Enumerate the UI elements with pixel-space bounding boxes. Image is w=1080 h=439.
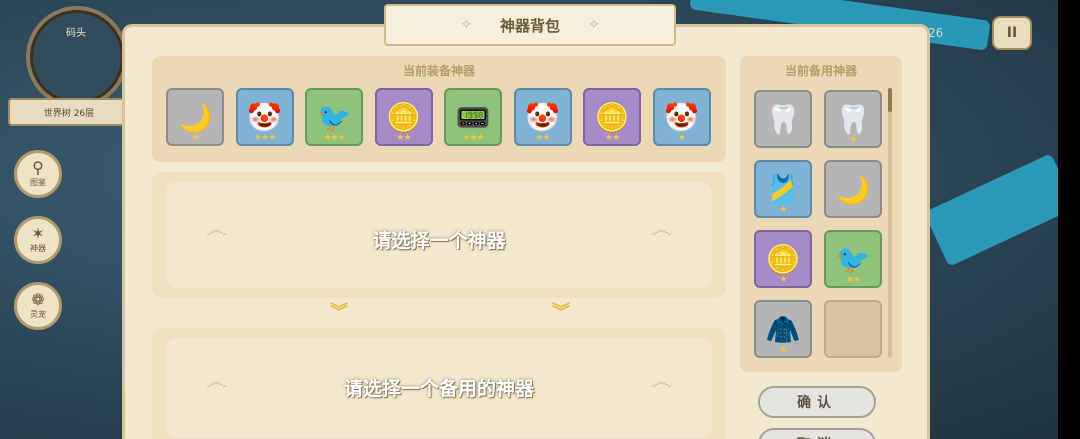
fang-jaw-icon: 🦷: [765, 102, 801, 136]
pin-icon: ⚲: [32, 158, 44, 177]
backup-scroll-thumb[interactable]: [888, 88, 892, 112]
screen-edge: [1058, 0, 1080, 439]
equipped-slot-calculator[interactable]: 📟 ★★★: [444, 88, 502, 146]
gold-coin-icon: 🪙: [765, 242, 801, 276]
star-rating: ★★★: [253, 133, 276, 143]
crow-icon: 🐦: [316, 100, 352, 134]
star-rating: ★: [779, 345, 787, 355]
star-rating: ★★★: [462, 133, 484, 143]
backup-slot-empty[interactable]: [824, 300, 882, 358]
backup-slot-gold-coin[interactable]: 🪙 ★: [754, 230, 812, 288]
star-rating: ★★★: [323, 133, 345, 143]
panel-title-tab: ✧ 神器背包 ✧: [384, 4, 676, 46]
cancel-button[interactable]: 取消: [758, 428, 876, 439]
gold-coin-icon: 🪙: [386, 100, 421, 134]
side-button-pet[interactable]: ❁ 灵宠: [14, 282, 62, 330]
star-rating: ★★: [604, 133, 620, 143]
equipped-slot-clown-mask[interactable]: 🤡 ★: [652, 88, 711, 146]
world-level-banner: 世界树 26层: [8, 98, 130, 126]
fang-jaw-icon: 🦷: [835, 102, 871, 136]
crow-icon: 🐦: [835, 242, 871, 276]
backup-scrollbar[interactable]: [888, 88, 892, 358]
equipped-slot-clown-mask[interactable]: 🤡 ★★: [513, 88, 572, 146]
backup-label: 当前备用神器: [784, 64, 857, 78]
minimap-location: 码头: [66, 28, 86, 39]
artifact-select-area[interactable]: ෴ ෴ 请选择一个神器: [152, 172, 726, 298]
backup-slot-fang-jaw[interactable]: 🦷: [754, 90, 812, 148]
backup-slot-fang-jaw[interactable]: 🦷 ★: [824, 90, 882, 148]
clown-mask-icon: 🤡: [247, 100, 282, 134]
gold-coin-icon: 🪙: [594, 100, 630, 134]
scythe-blade-icon: 🌙: [835, 172, 871, 206]
side-button-artifact[interactable]: ✶ 神器: [14, 216, 62, 264]
clown-mask-icon: 🤡: [525, 100, 560, 134]
equipped-slot-scythe-blade[interactable]: 🌙 ★: [166, 88, 224, 146]
chevron-down-icon: ︾: [330, 302, 348, 323]
ornament-icon: ✧: [460, 17, 472, 33]
equipped-slot-clown-mask[interactable]: 🤡 ★★★: [235, 88, 294, 146]
backup-select-area[interactable]: ෴ ෴ 请选择一个备用的神器: [152, 328, 726, 439]
equipped-label: 当前装备神器: [402, 64, 475, 78]
backup-slot-crow[interactable]: 🐦 ★★: [824, 230, 882, 288]
equipped-slot-crow[interactable]: 🐦 ★★★: [305, 88, 363, 146]
star-rating: ★★: [396, 133, 411, 143]
star-rating: ★: [677, 133, 686, 143]
star-rating: ★★: [845, 275, 861, 285]
calculator-icon: 📟: [455, 100, 491, 134]
equipped-slot-gold-coin[interactable]: 🪙 ★★: [583, 88, 641, 146]
star-rating: ★: [849, 135, 857, 145]
clown-mask-icon: 🤡: [664, 100, 699, 134]
select-backup-prompt: 请选择一个备用的神器: [343, 378, 534, 400]
panel-title: 神器背包: [499, 16, 560, 35]
star-rating: ★: [779, 205, 787, 215]
star-rating: ★: [779, 275, 787, 285]
select-artifact-prompt: 请选择一个神器: [372, 230, 506, 252]
star-icon: ✶: [31, 224, 45, 243]
pet-icon: ❁: [31, 290, 45, 309]
tank-top-icon: 🎽: [765, 172, 801, 206]
backup-slot-leather-vest[interactable]: 🧥 ★: [754, 300, 812, 358]
equipped-slot-gold-coin[interactable]: 🪙 ★★: [374, 88, 433, 146]
ornament-icon: ✧: [588, 17, 600, 33]
floor-counter: 26: [928, 26, 944, 40]
backup-slot-tank-top[interactable]: 🎽 ★: [754, 160, 812, 218]
star-rating: ★: [191, 133, 199, 143]
side-button-atlas[interactable]: ⚲ 图鉴: [14, 150, 62, 198]
minimap[interactable]: 码头: [26, 6, 128, 108]
confirm-button[interactable]: 确认: [758, 386, 876, 418]
scythe-blade-icon: 🌙: [177, 100, 213, 134]
chevron-down-icon: ︾: [552, 302, 570, 323]
leather-vest-icon: 🧥: [765, 312, 801, 346]
star-rating: ★★: [535, 133, 550, 143]
backup-slot-scythe-blade[interactable]: 🌙: [824, 160, 882, 218]
pause-icon: II: [1006, 25, 1018, 41]
pause-button[interactable]: II: [992, 16, 1032, 50]
